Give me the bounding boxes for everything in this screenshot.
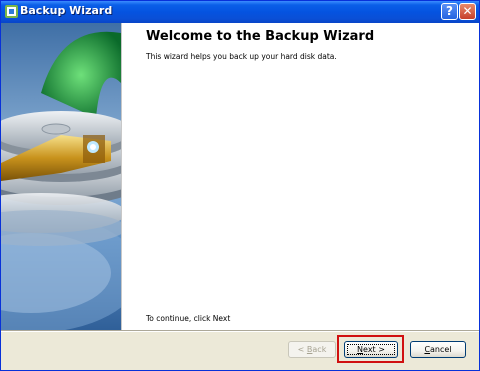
- help-icon: ?: [446, 4, 453, 18]
- wizard-description: This wizard helps you back up your hard …: [146, 52, 337, 61]
- page-title: Welcome to the Backup Wizard: [146, 29, 375, 44]
- title-bar[interactable]: Backup Wizard ? ✕: [1, 1, 479, 23]
- close-icon: ✕: [462, 4, 473, 18]
- back-button-label: ack: [312, 345, 327, 354]
- wizard-side-image: [1, 23, 121, 331]
- back-button-prefix: <: [297, 345, 307, 354]
- cancel-button[interactable]: Cancel: [410, 341, 466, 358]
- backup-wizard-window: Backup Wizard ? ✕ Welcome to the Backup …: [0, 0, 480, 371]
- hard-disk-illustration: [1, 23, 121, 331]
- help-button[interactable]: ?: [441, 3, 458, 20]
- cancel-button-label: ancel: [430, 345, 452, 354]
- back-button[interactable]: < Back: [288, 341, 336, 358]
- footer-divider-highlight: [1, 331, 479, 332]
- next-button-highlight-box: [337, 335, 404, 363]
- close-button[interactable]: ✕: [459, 3, 476, 20]
- continue-instruction: To continue, click Next: [146, 314, 231, 323]
- wizard-content: Welcome to the Backup Wizard This wizard…: [122, 23, 479, 331]
- window-title: Backup Wizard: [20, 4, 113, 17]
- backup-app-icon: [5, 5, 18, 18]
